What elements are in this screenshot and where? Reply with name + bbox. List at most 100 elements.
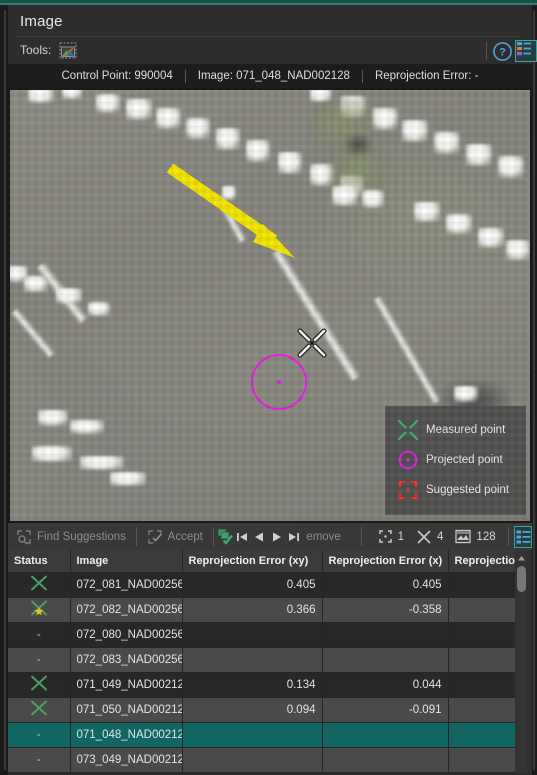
image-panel: Image Tools: ? Control Point: 990004 Ima…: [8, 5, 537, 773]
table-row[interactable]: -072_083_NAD002566: [8, 647, 516, 673]
panel-title: Image: [20, 13, 63, 30]
accept-label: Accept: [167, 530, 203, 543]
cell-error-y: [448, 622, 516, 648]
cell-error-xy: [182, 722, 323, 748]
show-table-toggle[interactable]: [514, 525, 532, 548]
legend-item: Measured point: [392, 415, 519, 445]
table-row[interactable]: -073_049_NAD002121: [8, 747, 516, 773]
previous-point-button[interactable]: [251, 526, 268, 548]
show-legend-toggle[interactable]: [515, 40, 537, 62]
cell-error-x: [322, 747, 449, 773]
table-row[interactable]: -072_080_NAD002569: [8, 622, 516, 648]
cell-status: [8, 572, 71, 598]
toolbar-divider-3: [360, 527, 362, 546]
table-row[interactable]: 071_050_NAD002126 0.094 -0.091: [8, 697, 516, 723]
cell-status: [8, 672, 71, 698]
cell-image: 073_049_NAD002121: [70, 747, 183, 773]
next-point-button[interactable]: [268, 526, 285, 548]
aerial-image-canvas[interactable]: Measured point Projected point Suggested…: [10, 90, 530, 521]
cell-error-x: [322, 647, 449, 673]
table-vertical-scrollbar[interactable]: [515, 550, 527, 773]
cell-image: 072_081_NAD002568: [70, 572, 183, 598]
table-row[interactable]: 072_082_NAD002567 0.366 -0.358: [8, 597, 516, 623]
scrollbar-thumb[interactable]: [517, 566, 526, 592]
window-frame-right-rail: [533, 10, 535, 770]
measured-point-icon: [392, 418, 424, 442]
cell-error-x: 0.044: [322, 672, 449, 698]
legend-item-label: Projected point: [426, 454, 503, 466]
cell-status: -: [8, 747, 71, 773]
cell-error-x: -0.091: [322, 697, 449, 723]
cell-error-y: [448, 697, 516, 723]
measured-point-icon: [30, 575, 47, 591]
column-header-image[interactable]: Image: [70, 550, 183, 573]
status-divider-2: [361, 69, 363, 83]
cell-error-xy: 0.134: [182, 672, 323, 698]
cell-error-xy: 0.094: [182, 697, 323, 723]
cell-image: 071_048_NAD002128: [70, 722, 183, 748]
suggested-point-count: 1: [372, 529, 410, 544]
first-point-button[interactable]: [234, 526, 251, 548]
measured-point-count: 4: [410, 529, 449, 545]
legend-item: Projected point: [392, 445, 519, 475]
table-row[interactable]: -071_048_NAD002128: [8, 722, 516, 748]
scroll-up-arrow-icon[interactable]: [515, 552, 527, 564]
column-header-status[interactable]: Status: [8, 550, 71, 573]
projected-point-marker: [251, 354, 307, 410]
cell-image: 071_049_NAD002127: [70, 672, 183, 698]
find-suggestions-label: Find Suggestions: [37, 530, 126, 543]
image-control-point-tool-icon[interactable]: [56, 40, 80, 62]
image-count-icon: [455, 529, 472, 544]
cell-status: -: [8, 622, 71, 648]
cell-status: -: [8, 647, 71, 673]
accept-icon: [147, 529, 162, 544]
accept-button[interactable]: Accept: [139, 523, 211, 550]
control-point-table[interactable]: Status Image Reprojection Error (xy) Rep…: [8, 550, 532, 773]
measured-point-icon: [30, 700, 47, 716]
cell-error-xy: 0.366: [182, 597, 323, 623]
legend-item-label: Measured point: [426, 424, 506, 436]
cell-error-y: [448, 672, 516, 698]
svg-text:?: ?: [499, 47, 506, 59]
column-header-error-xy[interactable]: Reprojection Error (xy): [182, 550, 323, 573]
remove-button[interactable]: emove: [302, 523, 349, 550]
control-point-label: Control Point: 990004: [61, 70, 173, 82]
legend-item: Suggested point: [392, 475, 519, 505]
cell-error-y: [448, 722, 516, 748]
table-body: 072_081_NAD002568 0.405 0.405 072_082_NAD00…: [8, 572, 516, 773]
toolbar-divider-2: [212, 527, 214, 546]
toolbar-divider-4: [507, 527, 509, 546]
window-frame-left-rail: [4, 10, 6, 770]
cell-error-xy: [182, 747, 323, 773]
legend-item-label: Suggested point: [426, 484, 510, 496]
tools-row: Tools: ?: [8, 37, 537, 64]
image-name-label: Image: 071_048_NAD002128: [197, 70, 350, 82]
cell-image: 072_082_NAD002567: [70, 597, 183, 623]
status-divider-1: [184, 69, 186, 83]
cell-error-y: [448, 597, 516, 623]
projected-point-center: [277, 380, 281, 384]
accept-all-icon[interactable]: [216, 526, 234, 548]
cell-error-x: [322, 722, 449, 748]
help-icon[interactable]: ?: [492, 41, 513, 62]
column-header-error-x[interactable]: Reprojection Error (x): [322, 550, 449, 573]
reprojection-error-label: Reprojection Error: -: [374, 70, 479, 82]
measured-point-icon: [30, 675, 47, 691]
cell-image: 072_083_NAD002566: [70, 647, 183, 673]
table-row[interactable]: 071_049_NAD002127 0.134 0.044: [8, 672, 516, 698]
table-header-row: Status Image Reprojection Error (xy) Rep…: [8, 550, 516, 573]
image-count-value: 128: [476, 530, 496, 543]
measured-point-count-icon: [417, 530, 431, 543]
measured-suggested-point-icon: [30, 600, 47, 616]
last-point-button[interactable]: [285, 526, 302, 548]
find-suggestions-button[interactable]: Find Suggestions: [8, 523, 134, 550]
cell-status: -: [8, 722, 71, 748]
cell-error-y: [448, 647, 516, 673]
table-row[interactable]: 072_081_NAD002568 0.405 0.405: [8, 572, 516, 598]
cell-error-y: [448, 572, 516, 598]
toolbar-divider-1: [135, 527, 137, 546]
find-suggestions-icon: [17, 529, 31, 544]
cell-error-x: 0.405: [322, 572, 449, 598]
suggested-point-count-icon: [378, 530, 392, 543]
column-header-error-y[interactable]: Reprojection: [448, 550, 516, 573]
